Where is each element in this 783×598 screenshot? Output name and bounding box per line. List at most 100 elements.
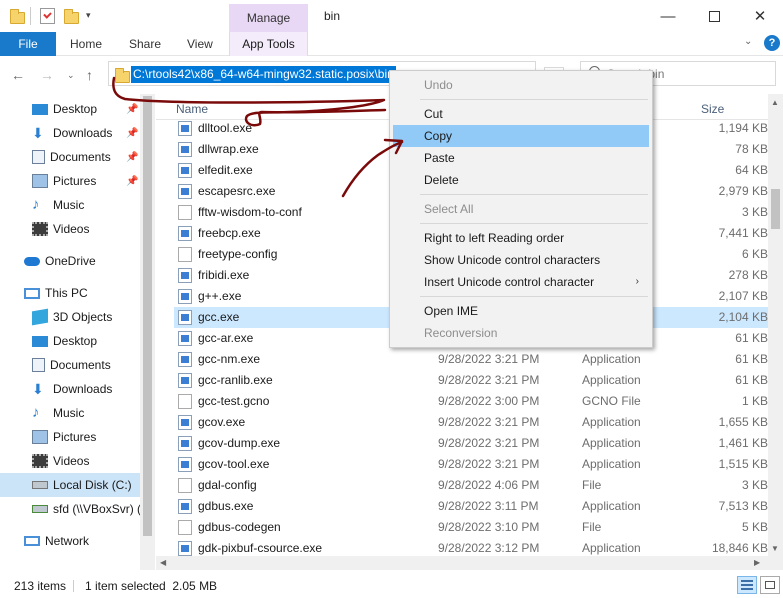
sidebar-item-music-pc[interactable]: ♪ Music: [0, 401, 140, 425]
sidebar-item-downloads-pc[interactable]: ⬇ Downloads: [0, 377, 140, 401]
pin-icon[interactable]: 📌: [126, 152, 138, 163]
menu-item-right-to-left-reading-order[interactable]: Right to left Reading order: [393, 227, 649, 249]
pin-icon[interactable]: 📌: [126, 104, 138, 115]
table-row[interactable]: gcc-ranlib.exe 9/28/2022 3:21 PM Applicati…: [174, 370, 768, 391]
sidebar-item-this-pc[interactable]: This PC: [0, 281, 140, 305]
address-path[interactable]: C:\rtools42\x86_64-w64-mingw32.static.po…: [131, 66, 396, 83]
menu-item-label: Reconversion: [424, 326, 498, 340]
drive-icon: [32, 481, 48, 489]
application-file-icon: [178, 331, 192, 346]
close-button[interactable]: ✕: [737, 0, 783, 32]
sidebar-item-network-drive[interactable]: sfd (\\VBoxSvr) (: [0, 497, 141, 521]
tab-file[interactable]: File: [0, 32, 56, 56]
desktop-icon: [32, 335, 48, 347]
file-size: 1,655 KB: [718, 415, 768, 429]
menu-item-delete[interactable]: Delete: [393, 169, 649, 191]
scroll-down-icon[interactable]: ▼: [771, 544, 779, 553]
file-name: gcov-dump.exe: [198, 436, 281, 450]
file-list-scrollbar[interactable]: ▲ ▼: [768, 94, 783, 570]
table-row[interactable]: gcov.exe 9/28/2022 3:21 PM Application 1,65…: [174, 412, 768, 433]
sidebar-item-pictures-pc[interactable]: Pictures: [0, 425, 140, 449]
scroll-right-icon[interactable]: ▶: [754, 558, 760, 567]
sidebar-item-desktop-pc[interactable]: Desktop: [0, 329, 140, 353]
menu-item-show-unicode-control-characters[interactable]: Show Unicode control characters: [393, 249, 649, 271]
pin-icon[interactable]: 📌: [126, 176, 138, 187]
documents-icon: [32, 150, 45, 164]
file-date: 9/28/2022 3:21 PM: [438, 373, 540, 387]
column-header-size[interactable]: Size: [701, 102, 724, 116]
window-title: bin: [324, 9, 341, 23]
table-row[interactable]: gdbus-codegen 9/28/2022 3:10 PM File 5 KB: [174, 517, 768, 538]
help-icon[interactable]: ?: [764, 35, 780, 51]
file-size: 278 KB: [728, 268, 768, 282]
customize-toolbar-icon[interactable]: ▾: [86, 10, 91, 21]
pin-icon[interactable]: 📌: [126, 128, 138, 139]
file-date: 9/28/2022 3:10 PM: [438, 520, 540, 534]
table-row[interactable]: gdbus.exe 9/28/2022 3:11 PM Application 7,5…: [174, 496, 768, 517]
scroll-left-icon[interactable]: ◀: [160, 558, 166, 567]
sidebar-item-local-disk[interactable]: Local Disk (C:): [0, 473, 140, 497]
table-row[interactable]: gcov-tool.exe 9/28/2022 3:21 PM Applicatio…: [174, 454, 768, 475]
sidebar-item-desktop[interactable]: Desktop 📌: [0, 97, 140, 121]
sidebar-scrollbar[interactable]: [140, 94, 155, 570]
recent-locations-icon[interactable]: ⌄: [67, 70, 75, 81]
file-icon: [178, 205, 192, 220]
menu-item-paste[interactable]: Paste: [393, 147, 649, 169]
menu-item-open-ime[interactable]: Open IME: [393, 300, 649, 322]
scroll-up-icon[interactable]: ▲: [771, 98, 779, 107]
file-name: gcc-ar.exe: [198, 331, 254, 345]
chevron-down-icon[interactable]: ⌄: [744, 36, 752, 47]
back-arrow-icon[interactable]: ←: [11, 67, 25, 83]
horizontal-scrollbar[interactable]: ◀ ▶: [156, 556, 768, 570]
application-file-icon: [178, 457, 192, 472]
table-row[interactable]: gcc-nm.exe 9/28/2022 3:21 PM Application 61…: [174, 349, 768, 370]
application-file-icon: [178, 310, 192, 325]
application-file-icon: [178, 226, 192, 241]
maximize-button[interactable]: [691, 0, 737, 32]
sidebar-item-pictures[interactable]: Pictures 📌: [0, 169, 140, 193]
divider: [73, 580, 74, 592]
menu-item-insert-unicode-control-character[interactable]: Insert Unicode control character ›: [393, 271, 649, 293]
menu-item-label: Paste: [424, 151, 455, 165]
menu-item-cut[interactable]: Cut: [393, 103, 649, 125]
sidebar-item-videos[interactable]: Videos: [0, 217, 140, 241]
sidebar-item-documents-pc[interactable]: Documents: [0, 353, 140, 377]
sidebar-scrollbar-thumb[interactable]: [143, 96, 152, 536]
network-icon: [24, 536, 40, 546]
large-icons-view-icon[interactable]: [760, 576, 780, 594]
tab-view[interactable]: View: [187, 32, 213, 56]
tab-app-tools[interactable]: App Tools: [229, 32, 308, 56]
table-row[interactable]: gcc-test.gcno 9/28/2022 3:00 PM GCNO File 1…: [174, 391, 768, 412]
menu-item-copy[interactable]: Copy: [393, 125, 649, 147]
tab-share[interactable]: Share: [129, 32, 161, 56]
file-type: Application: [582, 499, 641, 513]
tab-home[interactable]: Home: [70, 32, 102, 56]
table-row[interactable]: gcov-dump.exe 9/28/2022 3:21 PM Applicatio…: [174, 433, 768, 454]
sidebar-item-network[interactable]: Network: [0, 529, 140, 553]
menu-item-label: Copy: [424, 129, 453, 143]
forward-arrow-icon[interactable]: →: [40, 67, 54, 83]
sidebar-item-3d-objects[interactable]: 3D Objects: [0, 305, 140, 329]
column-header-name[interactable]: Name: [176, 102, 208, 116]
menu-item-undo[interactable]: Undo: [393, 74, 649, 96]
file-icon: [178, 478, 192, 493]
properties-icon[interactable]: [40, 8, 55, 24]
details-view-icon[interactable]: [737, 576, 757, 594]
table-row[interactable]: gdal-config 9/28/2022 4:06 PM File 3 KB: [174, 475, 768, 496]
file-list-scrollbar-thumb[interactable]: [771, 189, 780, 229]
tab-manage[interactable]: Manage: [229, 4, 308, 32]
sidebar-item-videos-pc[interactable]: Videos: [0, 449, 140, 473]
minimize-button[interactable]: —: [645, 0, 691, 32]
sidebar-item-music[interactable]: ♪ Music: [0, 193, 140, 217]
up-arrow-icon[interactable]: ↑: [86, 67, 93, 83]
menu-item-select-all[interactable]: Select All: [393, 198, 649, 220]
videos-icon: [32, 222, 48, 236]
sidebar-item-downloads[interactable]: ⬇ Downloads 📌: [0, 121, 140, 145]
file-date: 9/28/2022 3:21 PM: [438, 352, 540, 366]
file-size: 7,441 KB: [718, 226, 768, 240]
computer-icon: [24, 287, 40, 299]
sidebar-item-documents[interactable]: Documents 📌: [0, 145, 140, 169]
sidebar-item-onedrive[interactable]: OneDrive: [0, 249, 140, 273]
file-name: gcc.exe: [198, 310, 240, 324]
menu-item-reconversion[interactable]: Reconversion: [393, 322, 649, 344]
